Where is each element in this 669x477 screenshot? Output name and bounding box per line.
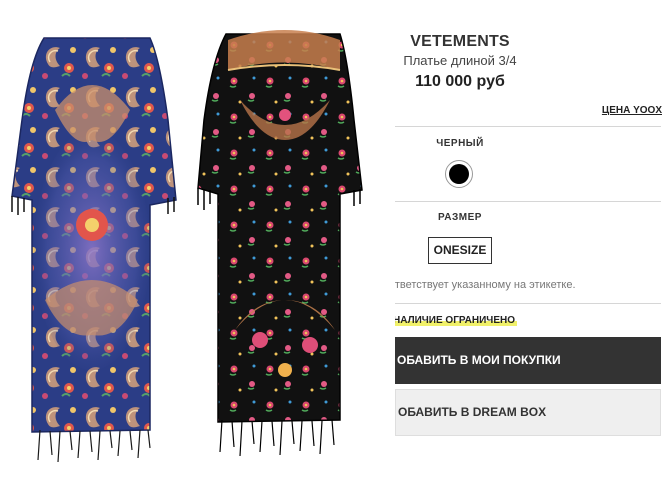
dress-image-blue-paisley[interactable] [0, 0, 200, 477]
brand-name[interactable]: VETEMENTS [395, 33, 525, 51]
product-title: Платье длиной 3/4 [403, 53, 517, 68]
yoox-price-link[interactable]: ЦЕНА YOOX [602, 105, 662, 116]
color-label: ЧЕРНЫЙ [436, 138, 484, 149]
add-to-cart-button[interactable]: ОБАВИТЬ В МОИ ПОКУПКИ [395, 337, 661, 384]
color-swatch-black[interactable] [445, 160, 473, 188]
dress-image-black-floral[interactable] [190, 0, 380, 477]
size-label: РАЗМЕР [438, 212, 482, 223]
divider [395, 201, 661, 202]
size-option-onesize[interactable]: ONESIZE [428, 237, 492, 264]
add-to-dreambox-button[interactable]: ОБАВИТЬ В DREAM BOX [395, 389, 661, 436]
limited-stock-badge: НАЛИЧИЕ ОГРАНИЧЕНО [395, 315, 517, 326]
product-price: 110 000 руб [415, 73, 505, 90]
product-gallery [0, 0, 395, 477]
color-swatch-fill [449, 164, 469, 184]
size-note: ответствует указанному на этикетке. [395, 279, 576, 291]
divider [395, 126, 661, 127]
product-info-panel: VETEMENTS Платье длиной 3/4 110 000 руб … [395, 0, 669, 477]
divider [395, 303, 661, 304]
